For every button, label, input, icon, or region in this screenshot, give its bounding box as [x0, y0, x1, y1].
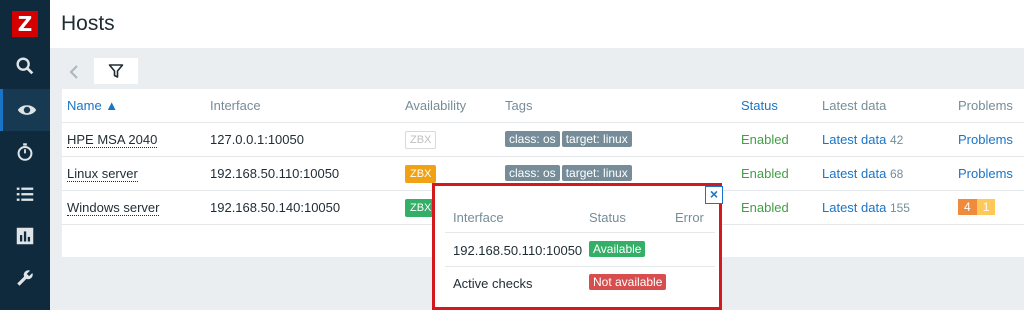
latest-data-cell: Latest data 68: [822, 166, 903, 181]
host-interface: 192.168.50.110:10050: [210, 166, 340, 181]
popup-interface: Active checks: [453, 276, 533, 291]
host-interface: 127.0.0.1:10050: [210, 132, 304, 147]
status-toggle[interactable]: Enabled: [741, 166, 789, 181]
wrench-icon: [17, 270, 33, 286]
column-header-tags: Tags: [505, 98, 533, 113]
status-badge: Not available: [589, 274, 667, 290]
host-interface: 192.168.50.140:10050: [210, 200, 341, 215]
eye-icon: [17, 105, 36, 115]
latest-data-link[interactable]: Latest data: [822, 200, 886, 215]
host-tags: class: os target: linux: [505, 165, 634, 181]
list-icon: [16, 187, 34, 201]
divider: [445, 232, 715, 233]
problems-link[interactable]: Problems: [958, 132, 1013, 147]
host-tags: class: os target: linux: [505, 131, 634, 147]
close-icon[interactable]: ×: [705, 186, 723, 204]
chevron-left-icon: [69, 65, 78, 79]
latest-data-link[interactable]: Latest data: [822, 166, 886, 181]
host-name-link[interactable]: HPE MSA 2040: [67, 132, 158, 148]
column-header-availability: Availability: [405, 98, 467, 113]
latest-data-link[interactable]: Latest data: [822, 132, 886, 147]
problem-count-average[interactable]: 1: [976, 199, 996, 215]
column-header-interface: Interface: [210, 98, 261, 113]
configuration-nav-item[interactable]: [0, 257, 50, 299]
availability-badge[interactable]: ZBX: [405, 165, 437, 183]
sidebar: Z: [0, 0, 50, 310]
host-name-link[interactable]: Linux server: [67, 166, 138, 182]
problem-counts: 41: [958, 199, 996, 215]
popup-header-status: Status: [589, 210, 626, 225]
filter-tab[interactable]: [94, 58, 138, 84]
column-header-name[interactable]: Name ▲: [67, 98, 118, 113]
problems-link[interactable]: Problems: [958, 166, 1013, 181]
availability-popup: × Interface Status Error 192.168.50.110:…: [432, 183, 723, 310]
latest-data-count: 42: [889, 133, 904, 147]
filter-icon: [108, 64, 124, 78]
reports-nav-item[interactable]: [0, 215, 50, 257]
status-toggle[interactable]: Enabled: [741, 132, 789, 147]
inventory-nav-item[interactable]: [0, 173, 50, 215]
host-name-link[interactable]: Windows server: [67, 200, 160, 216]
tag: target: linux: [561, 131, 632, 147]
zabbix-logo[interactable]: Z: [12, 11, 38, 37]
latest-data-count: 155: [889, 201, 910, 215]
latest-data-cell: Latest data 42: [822, 132, 903, 147]
column-header-latest-data: Latest data: [822, 98, 887, 113]
status-badge: Available: [589, 241, 646, 257]
popup-interface: 192.168.50.110:10050: [453, 243, 583, 258]
availability-badge[interactable]: ZBX: [405, 131, 437, 149]
column-header-status[interactable]: Status: [741, 98, 778, 113]
latest-data-cell: Latest data 155: [822, 200, 910, 215]
tag: class: os: [505, 131, 560, 147]
page-title: Hosts: [61, 12, 115, 35]
table-row: HPE MSA 2040 127.0.0.1:10050 ZBX class: …: [62, 122, 1024, 156]
monitoring-nav-item[interactable]: [0, 89, 50, 131]
status-toggle[interactable]: Enabled: [741, 200, 789, 215]
column-header-problems: Problems: [958, 98, 1013, 113]
page-header: Hosts: [50, 0, 1024, 48]
problem-count-high[interactable]: 4: [958, 199, 977, 215]
stopwatch-icon: [17, 143, 33, 161]
latest-data-count: 68: [889, 167, 904, 181]
tag: class: os: [505, 165, 560, 181]
divider: [445, 266, 715, 267]
popup-header-interface: Interface: [453, 210, 504, 225]
search-icon: [16, 57, 34, 75]
tag: target: linux: [561, 165, 632, 181]
popup-header-error: Error: [675, 210, 704, 225]
bar-chart-icon: [16, 227, 34, 245]
search-nav-item[interactable]: [0, 45, 50, 87]
services-nav-item[interactable]: [0, 131, 50, 173]
filter-back-button[interactable]: [64, 60, 84, 84]
